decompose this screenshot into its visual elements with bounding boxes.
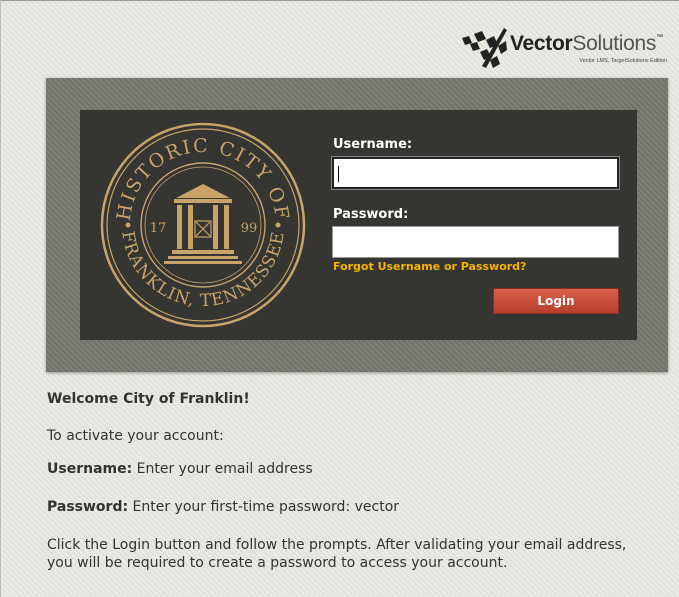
logo-trademark: ™ <box>656 34 663 41</box>
username-instruction: Username: Enter your email address <box>47 461 313 477</box>
username-instruction-text: Enter your email address <box>132 461 313 477</box>
login-button[interactable]: Login <box>493 288 619 314</box>
password-input[interactable] <box>332 226 619 258</box>
login-panel: HISTORIC CITY OF FRANKLIN, TENNESSEE 17 … <box>80 110 637 340</box>
login-instructions: Click the Login button and follow the pr… <box>47 536 626 572</box>
forgot-credentials-link[interactable]: Forgot Username or Password? <box>333 260 526 273</box>
logo-wordmark: VectorSolutions™ <box>510 32 663 56</box>
password-instruction-label: Password: <box>47 499 129 515</box>
logo-brand-bold: Vector <box>510 32 573 55</box>
vector-solutions-logo-mark-icon <box>462 28 507 68</box>
password-label: Password: <box>333 207 409 222</box>
username-label: Username: <box>333 137 413 152</box>
login-instructions-line-1: Click the Login button and follow the pr… <box>47 537 627 553</box>
activate-text: To activate your account: <box>47 428 224 444</box>
city-seal-icon: HISTORIC CITY OF FRANKLIN, TENNESSEE 17 … <box>100 122 306 328</box>
logo-brand-light: Solutions <box>572 32 657 55</box>
seal-top-text: HISTORIC CITY OF <box>113 135 293 222</box>
login-panel-frame: HISTORIC CITY OF FRANKLIN, TENNESSEE 17 … <box>46 78 668 372</box>
vector-solutions-logo: VectorSolutions™ Vector LMS, TargetSolut… <box>460 24 672 70</box>
seal-year-right: 99 <box>241 221 258 236</box>
seal-year-left: 17 <box>150 221 167 236</box>
logo-subtitle: Vector LMS, TargetSolutions Edition <box>579 58 667 64</box>
text-caret <box>338 166 339 182</box>
left-border <box>0 0 1 597</box>
welcome-heading: Welcome City of Franklin! <box>47 391 250 407</box>
login-instructions-line-2: you will be required to create a passwor… <box>47 555 508 571</box>
username-input[interactable] <box>332 157 619 189</box>
top-border <box>0 0 679 1</box>
username-instruction-label: Username: <box>47 461 133 477</box>
password-instruction-text: Enter your first-time password: vector <box>128 499 400 515</box>
password-instruction: Password: Enter your first-time password… <box>47 499 399 515</box>
